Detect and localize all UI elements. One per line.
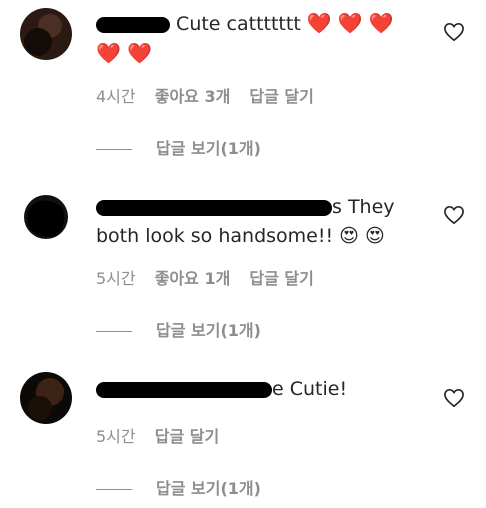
redacted-username[interactable] <box>96 381 272 398</box>
comment-text: Cute cattttttt ❤️ ❤️ ❤️ ❤️ ❤️ <box>96 9 416 69</box>
comment-body: e Cutie! <box>272 378 348 400</box>
likes-count[interactable]: 좋아요 3개 <box>155 87 231 106</box>
heart-emoji: ❤️ <box>337 11 363 35</box>
reply-button[interactable]: 답글 달기 <box>249 87 313 106</box>
redacted-username[interactable] <box>96 16 170 33</box>
comment-text: s They both look so handsome!! 😍 😍 <box>96 193 416 251</box>
comment-text: e Cutie! <box>96 375 416 404</box>
comment-body: Cute cattttttt <box>176 13 301 35</box>
avatar[interactable] <box>20 191 72 243</box>
heart-outline-icon[interactable] <box>443 388 465 408</box>
timestamp: 5시간 <box>96 269 136 288</box>
heart-emoji: ❤️ <box>96 41 121 65</box>
comment-body: both look so handsome!! <box>96 225 334 247</box>
view-replies-button[interactable]: 답글 보기(1개) <box>96 135 261 159</box>
heart-emoji: ❤️ <box>126 41 152 65</box>
reply-button[interactable]: 답글 달기 <box>249 269 313 288</box>
comment-meta: 5시간 좋아요 1개 답글 달기 <box>96 265 328 289</box>
emoji: 😍 😍 <box>339 225 385 247</box>
timestamp: 5시간 <box>96 427 136 446</box>
avatar[interactable] <box>20 8 72 60</box>
divider-line <box>96 149 132 150</box>
view-replies-button[interactable]: 답글 보기(1개) <box>96 475 261 499</box>
heart-outline-icon[interactable] <box>443 22 465 42</box>
comment-meta: 4시간 좋아요 3개 답글 달기 <box>96 83 328 107</box>
redacted-username[interactable] <box>96 199 332 216</box>
comment-body: s They <box>332 196 395 218</box>
divider-line <box>96 331 132 332</box>
heart-emoji: ❤️ <box>306 11 332 35</box>
timestamp: 4시간 <box>96 87 136 106</box>
view-replies-button[interactable]: 답글 보기(1개) <box>96 317 261 341</box>
heart-emoji: ❤️ <box>368 11 394 35</box>
divider-line <box>96 489 132 490</box>
heart-outline-icon[interactable] <box>443 205 465 225</box>
reply-button[interactable]: 답글 달기 <box>155 427 219 446</box>
likes-count[interactable]: 좋아요 1개 <box>155 269 231 288</box>
comment-meta: 5시간 답글 달기 <box>96 423 233 447</box>
avatar[interactable] <box>20 372 72 424</box>
